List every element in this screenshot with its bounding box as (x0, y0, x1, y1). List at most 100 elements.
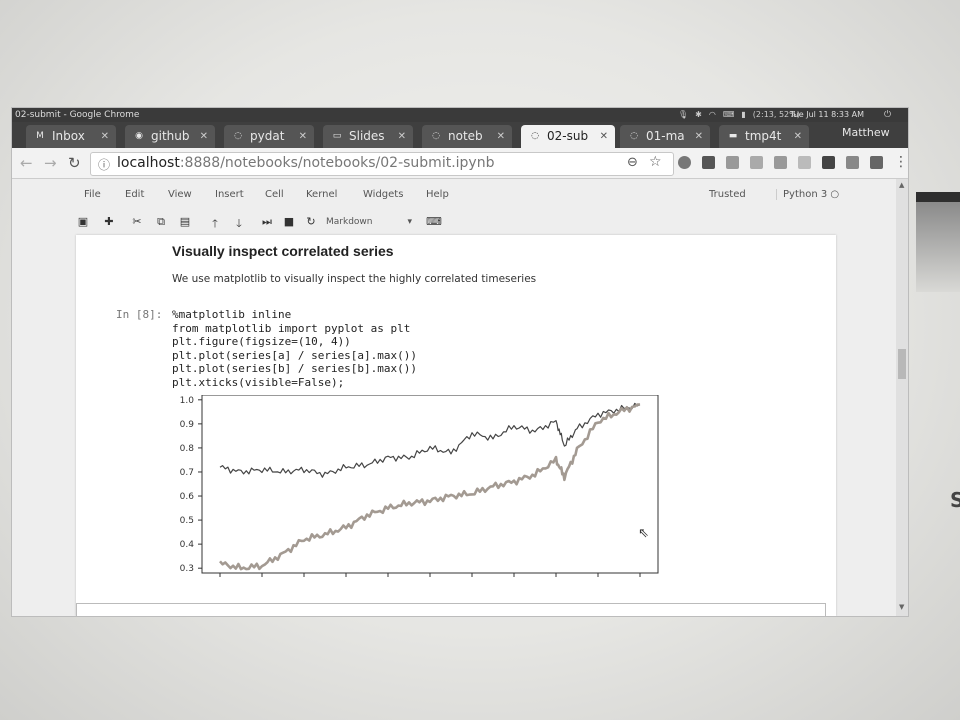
menu-widgets[interactable]: Widgets (363, 189, 403, 200)
paste-icon[interactable]: ▤ (178, 215, 192, 228)
insert-cell-icon[interactable]: ✚ (102, 215, 116, 228)
window-title: 02-submit - Google Chrome (15, 110, 140, 120)
menu-file[interactable]: File (84, 189, 101, 200)
url-text[interactable]: localhost:8888/notebooks/notebooks/02-su… (117, 155, 494, 171)
extension-icon[interactable] (726, 156, 739, 169)
jupyter-icon: ◌ (531, 131, 539, 141)
extension-icon[interactable] (702, 156, 715, 169)
folder-icon: ▬ (728, 131, 738, 141)
background-screen-edge (916, 192, 960, 202)
menu-kernel[interactable]: Kernel (306, 189, 337, 200)
tab-label: 01-ma (646, 129, 685, 143)
extension-icon[interactable] (678, 156, 691, 169)
extension-icon[interactable] (822, 156, 835, 169)
y-tick-label: 0.4 (180, 540, 195, 550)
menu-insert[interactable]: Insert (215, 189, 244, 200)
tab-noteb[interactable]: ◌ noteb ✕ (422, 125, 512, 148)
close-tab-icon[interactable]: ✕ (695, 125, 703, 148)
background-screen-glyph: S (950, 488, 960, 512)
code-cell-input[interactable]: %matplotlib inline from matplotlib impor… (172, 308, 417, 390)
tab-tmp4t[interactable]: ▬ tmp4t ✕ (719, 125, 809, 148)
close-tab-icon[interactable]: ✕ (497, 125, 505, 148)
tab-label: tmp4t (745, 129, 782, 143)
kernel-indicator[interactable]: Python 3 ○ (776, 189, 839, 200)
move-down-icon[interactable]: 🡓 (232, 215, 246, 234)
chevron-down-icon: ▾ (407, 217, 412, 227)
tab-bar: M Inbox ✕ ◉ github ✕ ◌ pydat ✕ ▭ Slides ✕ ◌ noteb ✕ ◌ 02… (12, 122, 908, 148)
mic-icon[interactable]: 🎙 (678, 108, 688, 122)
tab-label: Inbox (52, 129, 85, 143)
bluetooth-icon[interactable]: ✱ (695, 108, 702, 122)
bookmark-star-icon[interactable]: ☆ (649, 154, 662, 170)
page-content: Trusted Python 3 ○ File Edit View Insert Cel… (12, 179, 896, 616)
tab-slides[interactable]: ▭ Slides ✕ (323, 125, 413, 148)
scroll-up-icon[interactable]: ▲ (899, 181, 904, 189)
menu-view[interactable]: View (168, 189, 192, 200)
save-icon[interactable]: ▣ (76, 215, 90, 228)
extension-icon[interactable] (798, 156, 811, 169)
zoom-icon[interactable]: ⊖ (627, 155, 638, 170)
notebook-container: Visually inspect correlated series We us… (76, 235, 836, 616)
kernel-idle-icon: ○ (830, 189, 840, 200)
close-tab-icon[interactable]: ✕ (101, 125, 109, 148)
jupyter-icon: ◌ (432, 131, 440, 141)
reload-icon[interactable]: ↻ (68, 155, 81, 171)
close-tab-icon[interactable]: ✕ (794, 125, 802, 148)
move-up-icon[interactable]: 🡑 (208, 215, 222, 234)
next-cell[interactable] (76, 603, 826, 616)
cut-icon[interactable]: ✂ (130, 215, 144, 228)
wifi-icon[interactable]: ◠ (709, 108, 716, 122)
github-icon: ◉ (135, 131, 143, 141)
trusted-indicator[interactable]: Trusted (709, 189, 746, 200)
restart-icon[interactable]: ↻ (304, 215, 318, 228)
extension-icon[interactable] (750, 156, 763, 169)
browser-toolbar: ← → ↻ ⓘ localhost:8888/notebooks/noteboo… (12, 148, 908, 179)
jupyter-icon: ◌ (630, 131, 638, 141)
copy-icon[interactable]: ⧉ (154, 215, 168, 229)
stop-icon[interactable]: ■ (282, 215, 296, 228)
back-icon[interactable]: ← (20, 155, 33, 171)
address-bar[interactable]: ⓘ localhost:8888/notebooks/notebooks/02-… (90, 152, 674, 176)
tab-01-ma[interactable]: ◌ 01-ma ✕ (620, 125, 710, 148)
battery-icon[interactable]: ▮ (741, 108, 745, 122)
extension-icon[interactable] (870, 156, 883, 169)
tab-label: pydat (250, 129, 285, 143)
y-tick-label: 0.7 (180, 468, 194, 478)
command-palette-icon[interactable]: ⌨ (426, 215, 442, 228)
scroll-down-icon[interactable]: ▼ (899, 603, 904, 611)
keyboard-icon[interactable]: ⌨ (723, 108, 735, 122)
tab-pydat[interactable]: ◌ pydat ✕ (224, 125, 314, 148)
tab-inbox[interactable]: M Inbox ✕ (26, 125, 116, 148)
y-tick-label: 0.8 (180, 444, 195, 454)
close-tab-icon[interactable]: ✕ (398, 125, 406, 148)
cell-type-select[interactable]: Markdown ▾ (326, 215, 412, 229)
background-screen-gradient (916, 202, 960, 292)
extension-icon[interactable] (774, 156, 787, 169)
close-tab-icon[interactable]: ✕ (600, 125, 608, 148)
extension-icon[interactable] (846, 156, 859, 169)
plot-area (201, 394, 659, 574)
gmail-icon: M (36, 131, 44, 141)
cell-type-value: Markdown (326, 217, 373, 227)
tab-02-sub[interactable]: ◌ 02-sub ✕ (521, 125, 615, 148)
info-icon[interactable]: ⓘ (98, 156, 110, 173)
tab-github[interactable]: ◉ github ✕ (125, 125, 215, 148)
close-tab-icon[interactable]: ✕ (299, 125, 307, 148)
menu-help[interactable]: Help (426, 189, 449, 200)
power-icon[interactable]: ⏻ (884, 108, 891, 122)
menu-cell[interactable]: Cell (265, 189, 284, 200)
y-tick-label: 0.5 (180, 516, 194, 526)
profile-name[interactable]: Matthew (842, 126, 890, 139)
kernel-name: Python 3 (783, 189, 828, 200)
menu-edit[interactable]: Edit (125, 189, 144, 200)
chrome-menu-icon[interactable]: ⋮ (894, 154, 908, 170)
close-tab-icon[interactable]: ✕ (200, 125, 208, 148)
vertical-scrollbar[interactable]: ▲ ▼ (896, 179, 908, 616)
run-icon[interactable]: ⏭ (260, 215, 274, 229)
scrollbar-thumb[interactable] (898, 349, 906, 379)
markdown-text: We use matplotlib to visually inspect th… (172, 273, 537, 285)
tab-label: noteb (448, 129, 483, 143)
forward-icon[interactable]: → (44, 155, 57, 171)
pydata-icon: ◌ (234, 131, 242, 141)
clock[interactable]: Tue Jul 11 8:33 AM (790, 108, 864, 122)
